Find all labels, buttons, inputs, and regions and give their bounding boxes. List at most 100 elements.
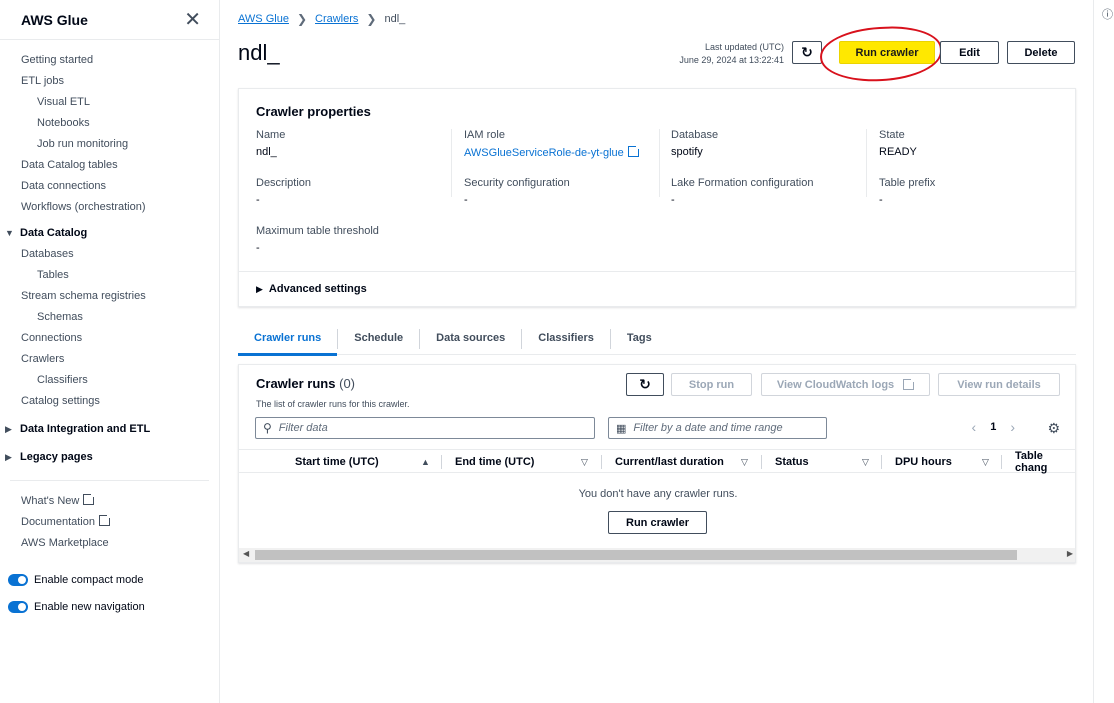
date-range-filter[interactable]: ▦ Filter by a date and time range (608, 417, 827, 439)
sidebar-item-classifiers[interactable]: Classifiers (0, 370, 219, 391)
sidebar-link-marketplace[interactable]: AWS Marketplace (0, 533, 219, 554)
iam-role-link[interactable]: AWSGlueServiceRole-de-yt-glue (464, 144, 664, 159)
breadcrumb-crawlers[interactable]: Crawlers (315, 13, 358, 25)
column-end-time[interactable]: End time (UTC) ▽ (455, 450, 588, 474)
crawler-runs-panel: Crawler runs (0) The list of crawler run… (238, 364, 1076, 563)
empty-state-text: You don't have any crawler runs. (578, 488, 738, 500)
sort-icon: ▽ (581, 456, 588, 467)
property-value: - (464, 194, 468, 206)
external-link-icon (903, 377, 917, 390)
side-navigation: AWS Glue ✕ Getting started ETL jobs Visu… (0, 0, 220, 703)
tab-data-sources[interactable]: Data sources (420, 329, 523, 349)
breadcrumb-current: ndl_ (384, 13, 406, 25)
property-value: - (879, 194, 883, 206)
sidebar-item-stream-schema-registries[interactable]: Stream schema registries (0, 286, 219, 307)
scroll-left-icon[interactable]: ◀ (243, 549, 249, 558)
property-label: Security configuration (464, 177, 570, 189)
edit-button[interactable]: Edit (940, 41, 999, 64)
filter-data-field[interactable] (278, 422, 577, 434)
breadcrumb-aws-glue[interactable]: AWS Glue (238, 13, 289, 25)
whats-new-label: What's New (21, 495, 80, 507)
sidebar-item-getting-started[interactable]: Getting started (0, 50, 219, 71)
refresh-runs-button[interactable]: ↻ (626, 373, 664, 396)
caret-down-icon: ▼ (5, 228, 14, 238)
property-label: IAM role (464, 129, 505, 141)
sidebar-section-label: Legacy pages (20, 451, 93, 463)
last-updated-value: June 29, 2024 at 13:22:41 (679, 55, 784, 65)
service-title[interactable]: AWS Glue (21, 12, 88, 28)
crawler-properties-panel: Crawler properties Name ndl_ IAM role AW… (238, 88, 1076, 307)
crawler-properties-heading: Crawler properties (256, 104, 371, 119)
new-navigation-label: Enable new navigation (34, 600, 145, 613)
sidebar-link-documentation[interactable]: Documentation (0, 512, 219, 533)
sidebar-item-notebooks[interactable]: Notebooks (0, 113, 219, 134)
sidebar-item-job-run-monitoring[interactable]: Job run monitoring (0, 134, 219, 155)
tab-tags[interactable]: Tags (611, 329, 668, 349)
delete-button[interactable]: Delete (1007, 41, 1075, 64)
view-run-details-button[interactable]: View run details (938, 373, 1060, 396)
close-icon[interactable]: ✕ (184, 10, 201, 30)
date-range-placeholder: Filter by a date and time range (633, 422, 783, 434)
breadcrumb: AWS Glue ❯ Crawlers ❯ ndl_ (238, 12, 405, 26)
sidebar-item-visual-etl[interactable]: Visual ETL (0, 92, 219, 113)
sidebar-item-data-catalog-tables[interactable]: Data Catalog tables (0, 155, 219, 176)
tab-classifiers[interactable]: Classifiers (522, 329, 611, 349)
property-label: Maximum table threshold (256, 225, 379, 237)
page-number[interactable]: 1 (990, 421, 996, 433)
sidebar-item-schemas[interactable]: Schemas (0, 307, 219, 328)
column-duration[interactable]: Current/last duration ▽ (615, 450, 748, 474)
stop-run-button[interactable]: Stop run (671, 373, 752, 396)
column-dpu-hours[interactable]: DPU hours ▽ (895, 450, 989, 474)
sidebar-section-data-catalog[interactable]: ▼ Data Catalog (0, 222, 219, 244)
property-value: spotify (671, 146, 703, 158)
chevron-left-icon[interactable]: ‹ (972, 419, 977, 435)
column-divider (441, 455, 442, 469)
crawler-runs-heading: Crawler runs (0) (256, 376, 355, 391)
column-label: Current/last duration (615, 456, 724, 468)
horizontal-scrollbar[interactable]: ◀ ▶ (239, 548, 1075, 562)
sidebar-item-tables[interactable]: Tables (0, 265, 219, 286)
sidebar-item-catalog-settings[interactable]: Catalog settings (0, 391, 219, 412)
property-label: Table prefix (879, 177, 936, 189)
compact-mode-toggle[interactable] (8, 573, 28, 586)
filter-data-input[interactable]: ⚲ (255, 417, 595, 439)
sidebar-item-workflows[interactable]: Workflows (orchestration) (0, 197, 219, 218)
sidebar-item-connections[interactable]: Connections (0, 328, 219, 349)
new-navigation-toggle[interactable] (8, 600, 28, 613)
info-icon[interactable]: ⓘ (1102, 6, 1113, 22)
sidebar-item-databases[interactable]: Databases (0, 244, 219, 265)
refresh-button[interactable]: ↻ (792, 41, 822, 64)
sidebar-link-whats-new[interactable]: What's New (0, 491, 219, 512)
sidebar-item-etl-jobs[interactable]: ETL jobs (0, 71, 219, 92)
property-name: Name ndl_ (256, 129, 456, 158)
column-table-changes[interactable]: Table chang (1015, 450, 1075, 474)
main-content: AWS Glue ❯ Crawlers ❯ ndl_ ndl_ Last upd… (220, 0, 1093, 703)
empty-run-crawler-button[interactable]: Run crawler (608, 511, 707, 534)
property-security-configuration: Security configuration - (464, 177, 664, 206)
sidebar-section-label: Data Integration and ETL (20, 423, 151, 435)
advanced-settings-label: Advanced settings (268, 283, 367, 295)
sidebar-section-data-integration[interactable]: ▶ Data Integration and ETL (0, 418, 219, 440)
divider (239, 271, 1075, 272)
caret-right-icon: ▶ (256, 283, 263, 294)
tab-crawler-runs[interactable]: Crawler runs (238, 329, 339, 356)
advanced-settings-toggle[interactable]: ▶ Advanced settings (256, 283, 367, 295)
property-value: - (256, 242, 260, 254)
scrollbar-thumb[interactable] (255, 550, 1017, 560)
gear-icon[interactable]: ⚙ (1047, 420, 1060, 437)
column-start-time[interactable]: Start time (UTC) ▲ (295, 450, 430, 474)
column-label: End time (UTC) (455, 456, 535, 468)
sort-icon: ▽ (982, 456, 989, 467)
view-cloudwatch-logs-button[interactable]: View CloudWatch logs (761, 373, 930, 396)
sort-icon: ▽ (741, 456, 748, 467)
column-status[interactable]: Status ▽ (775, 450, 869, 474)
iam-role-value: AWSGlueServiceRole-de-yt-glue (464, 147, 624, 159)
sidebar-item-data-connections[interactable]: Data connections (0, 176, 219, 197)
column-divider (1001, 455, 1002, 469)
chevron-right-icon[interactable]: › (1010, 419, 1015, 435)
last-updated: Last updated (UTC) June 29, 2024 at 13:2… (679, 41, 784, 67)
sidebar-item-crawlers[interactable]: Crawlers (0, 349, 219, 370)
sidebar-section-legacy-pages[interactable]: ▶ Legacy pages (0, 446, 219, 468)
scroll-right-icon[interactable]: ▶ (1067, 549, 1073, 558)
tab-schedule[interactable]: Schedule (338, 329, 421, 349)
